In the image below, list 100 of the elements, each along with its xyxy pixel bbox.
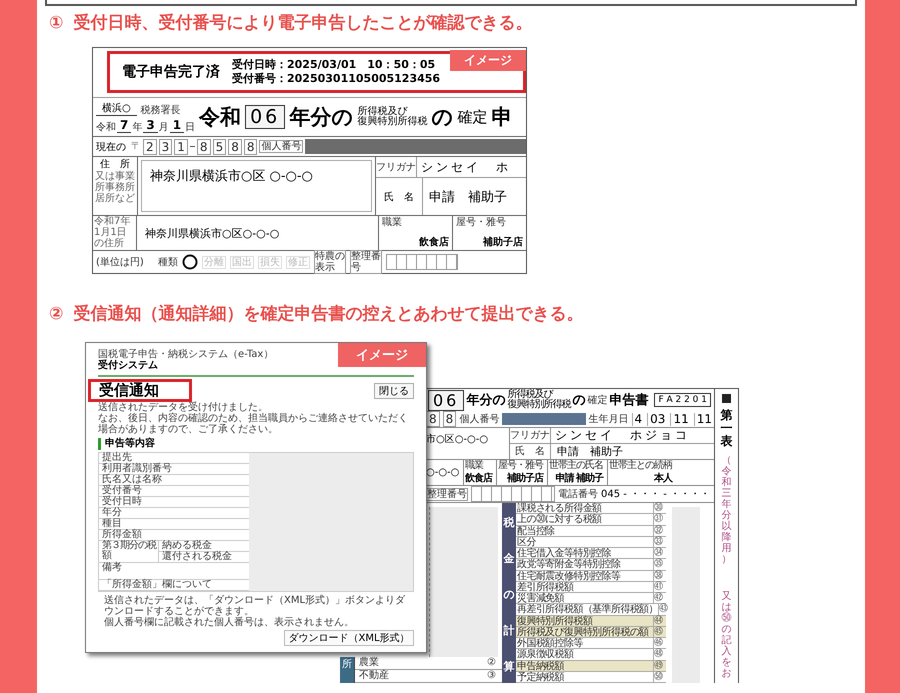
- field-label: 世帯主の氏名: [549, 460, 603, 471]
- section-band: 税金の計算: [502, 503, 516, 683]
- table-cell: 氏名又は名称: [99, 475, 249, 486]
- postal-digit: 8: [228, 138, 242, 154]
- field-label: 又は事業所事務所居所など: [95, 171, 135, 204]
- info-value: 補助子店: [506, 471, 543, 485]
- item-label: 住宅耐震改修特別控除等: [516, 570, 622, 581]
- reference-number-field: [386, 254, 458, 270]
- info-value: 本人: [652, 472, 672, 485]
- prior-address-field: ○-○-○: [426, 467, 460, 478]
- field-label: 屋号・雅号: [498, 460, 543, 471]
- return-kind: 確定: [587, 394, 608, 406]
- postal-digit: 1: [174, 138, 188, 154]
- item-number: ㉝: [653, 536, 666, 547]
- unit-note: (単位は円): [96, 256, 145, 268]
- form-title: 申告書: [609, 392, 648, 409]
- postal-digit: 8: [244, 138, 258, 154]
- field-label: 個人番号: [459, 414, 500, 424]
- sheet-label: 第一表: [720, 409, 732, 449]
- item-number: ②: [487, 657, 496, 669]
- item-label: 復興特別所得税額: [516, 616, 594, 626]
- tax-name-line: 復興特別所得税: [507, 400, 570, 410]
- return-kind: 確定: [457, 108, 488, 126]
- table-cell: 受付番号: [99, 486, 249, 497]
- notice-message: なお、後日、内容の確認のため、担当職員からご連絡させていただく場合がありますので、ご了承ください。: [98, 413, 409, 435]
- item-label: 差引所得税額: [516, 582, 574, 592]
- field-label: フリガナ: [510, 428, 551, 443]
- office-title: 税務署長: [140, 105, 181, 116]
- option-label: 国出: [230, 256, 254, 268]
- field-label: フリガナ: [376, 157, 417, 177]
- field-label: 生年月日: [588, 414, 629, 424]
- furigana-field: シンセイ ホ: [417, 158, 511, 176]
- item-number: ㊳: [653, 570, 666, 581]
- circle-mark-icon: [182, 254, 198, 270]
- name-field: 申請 補助子: [551, 444, 623, 459]
- heading-number: ②: [49, 304, 64, 324]
- item-number: ㊹: [653, 616, 666, 626]
- item-label: 課税される所得金額: [516, 503, 603, 514]
- phone-field: 045 - ・・・ - ・・・・: [600, 487, 714, 501]
- sample-badge: イメージ: [450, 50, 526, 71]
- name-field: 申請 補助子: [423, 188, 507, 206]
- item-number: ㊷: [653, 593, 666, 604]
- item-number: ㉛: [653, 514, 666, 524]
- item-number: ㊸: [658, 604, 668, 614]
- prior-address-field: 神奈川県横浜市○区○-○-○: [137, 216, 378, 250]
- item-number: ㉜: [653, 526, 666, 536]
- field-label: 整理番号: [350, 250, 382, 274]
- year-suffix: 年分の: [289, 104, 354, 131]
- table-cell: 所得金額: [99, 530, 249, 541]
- birth-date-part: 03: [647, 412, 668, 426]
- receipt-line: 受付日時：2025/03/01 10：50：05: [232, 58, 436, 72]
- tax-name-line: 所得税及び: [507, 390, 553, 400]
- furigana-field: シンセイ ホジョコ: [551, 427, 690, 444]
- date-part: 1: [170, 118, 184, 133]
- table-cell: 年分: [99, 508, 249, 519]
- table-cell: 「所得金額」欄について: [99, 580, 249, 591]
- postal-digit: 8: [196, 138, 211, 154]
- form-code: F A 2 2 0 1: [654, 393, 711, 407]
- birth-date-part: 4: [632, 412, 644, 426]
- address-field: 市○区○-○-○: [426, 428, 506, 459]
- heading-text: 受信通知（通知詳細）を確定申告書の控えとあわせて提出できる。: [73, 304, 584, 324]
- item-label: 所得税及び復興特別所得税の額: [516, 626, 650, 637]
- date-part: 月: [158, 122, 169, 133]
- item-label: 上の㉚に対する税額: [516, 514, 603, 524]
- item-number: ㉞: [653, 548, 666, 558]
- form-title: の: [431, 104, 454, 131]
- item-number: ㉚: [653, 503, 666, 514]
- heading-number: ①: [49, 13, 64, 33]
- item-label: 再差引所得税額（基準所得税額）: [516, 604, 658, 614]
- field-label: 屋号・雅号: [456, 217, 507, 228]
- download-button[interactable]: ダウンロード（XML形式）: [284, 630, 414, 646]
- notice-message: 個人番号欄に記載された個人番号は、表示されません。: [103, 617, 355, 628]
- field-label: 特農の表示: [314, 250, 346, 274]
- sheet-note: （令和三年分以降用）: [722, 454, 732, 565]
- system-name: 国税電子申告・納税システム（e-Tax）: [98, 349, 274, 360]
- date-part: 年: [132, 122, 142, 133]
- tax-name-line: 所得税及び: [357, 107, 408, 117]
- option-label: 分離: [202, 256, 226, 268]
- field-label: 個人番号: [259, 140, 304, 153]
- receipt-line: 受付番号：20250301105005123456: [232, 72, 440, 86]
- tax-name-line: 復興特別所得税: [357, 117, 428, 127]
- item-label: 配当控除: [516, 526, 556, 536]
- field-label: 種類: [158, 256, 178, 268]
- close-button[interactable]: 閉じる: [374, 382, 414, 398]
- postal-mark: 〒: [131, 141, 141, 152]
- date-part: 日: [185, 122, 196, 133]
- side-note: 又は㊿の記入をお: [722, 590, 732, 679]
- item-number: ㊺: [653, 626, 666, 637]
- field-label: 職業: [465, 460, 484, 471]
- tax-office: 横浜○: [96, 101, 137, 116]
- postal-digit: 5: [212, 138, 226, 154]
- field-label: 氏 名: [510, 444, 551, 459]
- item-label: 申告納税額: [516, 660, 566, 671]
- item-number: ㊿: [653, 672, 666, 682]
- postal-digit: 2: [143, 138, 157, 154]
- postal-digit: 8: [442, 411, 456, 427]
- option-label: 修正: [286, 256, 310, 268]
- field-label: 住 所: [99, 158, 131, 170]
- item-label: 予定納税額: [516, 672, 566, 682]
- field-label: 電話番号: [558, 488, 598, 500]
